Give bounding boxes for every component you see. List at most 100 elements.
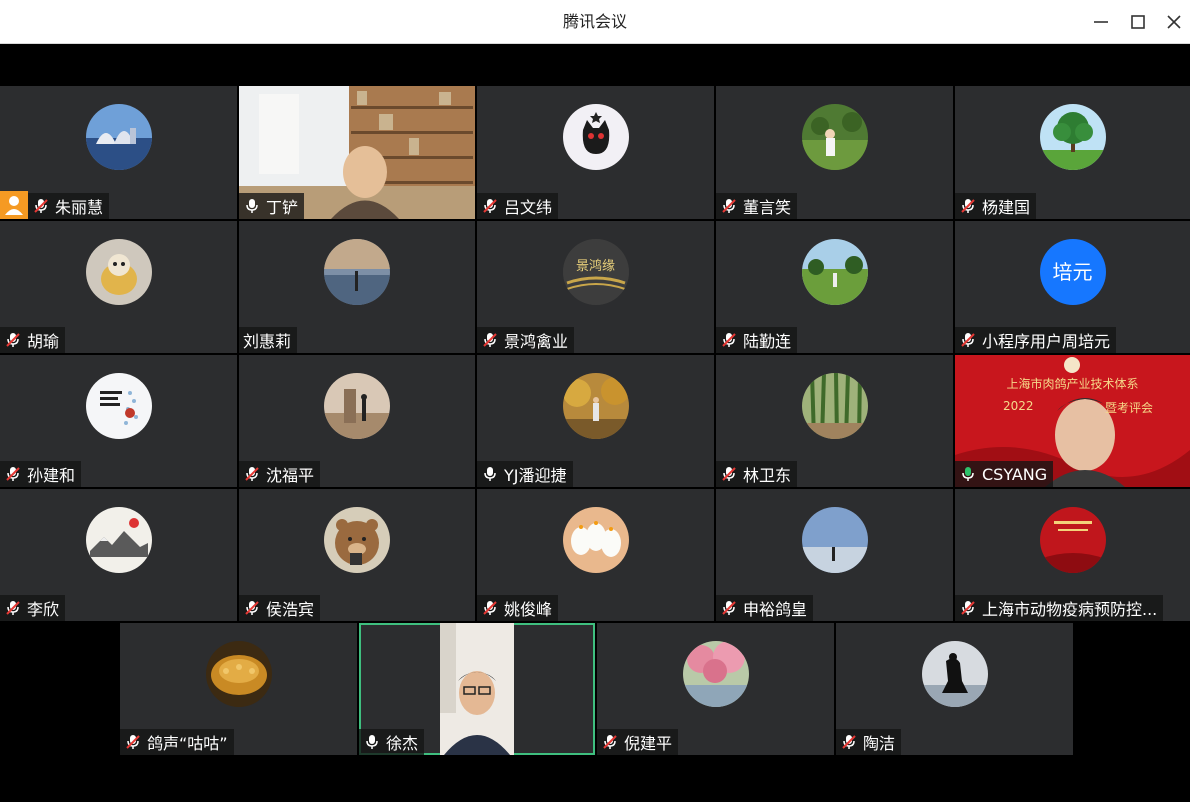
minimize-icon[interactable] <box>1087 8 1115 36</box>
nameplate: 姚俊峰 <box>477 595 559 621</box>
participant-tile[interactable]: 景鸿缘 景鸿禽业 <box>477 221 714 353</box>
nameplate: 刘惠莉 <box>239 327 298 353</box>
mic-icon <box>363 733 381 751</box>
nameplate: 申裕鸽皇 <box>716 595 814 621</box>
window-title: 腾讯会议 <box>562 12 627 31</box>
mic-muted-icon <box>243 599 261 617</box>
participant-tile[interactable]: 胡瑜 <box>0 221 237 353</box>
participant-name: 林卫东 <box>743 466 792 485</box>
avatar <box>85 373 152 439</box>
participant-tile[interactable]: 培元 小程序用户周培元 <box>955 221 1190 353</box>
participant-tile[interactable]: 陶洁 <box>836 623 1073 755</box>
avatar <box>324 239 390 305</box>
participant-name: 徐杰 <box>386 734 419 753</box>
avatar <box>205 641 272 707</box>
participant-tile[interactable]: 侯浩宾 <box>239 489 475 621</box>
participant-name: YJ潘迎捷 <box>504 466 567 485</box>
avatar <box>324 507 390 573</box>
mic-muted-icon <box>601 733 619 751</box>
participant-tile[interactable]: 倪建平 <box>597 623 834 755</box>
nameplate: 沈福平 <box>239 461 321 487</box>
participant-name: 上海市动物疫病预防控... <box>982 600 1158 619</box>
nameplate: 倪建平 <box>597 729 679 755</box>
maximize-icon[interactable] <box>1124 8 1152 36</box>
avatar <box>85 239 152 305</box>
participant-name: 董言笑 <box>743 198 792 217</box>
participant-tile[interactable]: 申裕鸽皇 <box>716 489 953 621</box>
mic-muted-icon <box>840 733 858 751</box>
avatar: 景鸿缘 <box>562 239 629 305</box>
participant-name: 胡瑜 <box>27 332 60 351</box>
participant-name: 丁铲 <box>266 198 299 217</box>
participant-tile[interactable]: 姚俊峰 <box>477 489 714 621</box>
nameplate: 小程序用户周培元 <box>955 327 1117 353</box>
nameplate: YJ潘迎捷 <box>477 461 573 487</box>
participant-name: 刘惠莉 <box>243 332 292 351</box>
mic-muted-icon <box>720 599 738 617</box>
participant-name: 杨建国 <box>982 198 1031 217</box>
participant-name: 沈福平 <box>266 466 315 485</box>
participant-name: 姚俊峰 <box>504 600 553 619</box>
mic-muted-icon <box>720 197 738 215</box>
avatar <box>1039 104 1106 170</box>
nameplate: CSYANG <box>955 461 1054 487</box>
nameplate: 上海市动物疫病预防控... <box>955 595 1164 621</box>
avatar <box>85 507 152 573</box>
mic-muted-icon <box>720 331 738 349</box>
participant-tile[interactable]: 董言笑 <box>716 86 953 219</box>
mic-muted-icon <box>959 599 977 617</box>
avatar <box>801 239 868 305</box>
nameplate: 侯浩宾 <box>239 595 321 621</box>
participant-tile[interactable]: 沈福平 <box>239 355 475 487</box>
nameplate: 董言笑 <box>716 193 798 219</box>
participant-name: 李欣 <box>27 600 60 619</box>
bottom-spacer <box>0 756 1190 802</box>
participant-tile[interactable]: 杨建国 <box>955 86 1190 219</box>
participant-tile[interactable]: 刘惠莉 <box>239 221 475 353</box>
participant-tile[interactable]: 鸽声“咕咕” <box>120 623 357 755</box>
mic-muted-icon <box>243 465 261 483</box>
participant-tile[interactable]: YJ潘迎捷 <box>477 355 714 487</box>
mic-speaking-icon <box>959 465 977 483</box>
nameplate: 徐杰 <box>359 729 425 755</box>
nameplate: 李欣 <box>0 595 66 621</box>
avatar <box>1039 507 1106 573</box>
mic-muted-icon <box>4 599 22 617</box>
person-icon <box>5 196 23 215</box>
mic-muted-icon <box>481 599 499 617</box>
mic-icon <box>243 197 261 215</box>
banner-line-1: 上海市肉鸽产业技术体系 <box>1006 377 1139 391</box>
mic-muted-icon <box>481 331 499 349</box>
participant-tile[interactable]: 上海市动物疫病预防控... <box>955 489 1190 621</box>
participant-tile[interactable]: 陆勤连 <box>716 221 953 353</box>
participant-tile[interactable]: 林卫东 <box>716 355 953 487</box>
participant-name: 鸽声“咕咕” <box>147 734 228 753</box>
nameplate: 孙建和 <box>0 461 82 487</box>
avatar <box>801 507 868 573</box>
close-icon[interactable] <box>1160 8 1188 36</box>
participant-tile[interactable]: 孙建和 <box>0 355 237 487</box>
nameplate: 吕文纬 <box>477 193 559 219</box>
participant-tile-active-speaker[interactable]: 徐杰 <box>359 623 595 755</box>
participant-name: 朱丽慧 <box>55 198 104 217</box>
participant-tile[interactable]: 上海市肉鸽产业技术体系 2022 暨考评会 CSYANG <box>955 355 1190 487</box>
participant-tile[interactable]: 吕文纬 <box>477 86 714 219</box>
logo-text: 景鸿缘 <box>575 259 615 274</box>
nameplate: 杨建国 <box>955 193 1037 219</box>
participant-name: 吕文纬 <box>504 198 553 217</box>
avatar <box>921 641 988 707</box>
avatar-text: 培元 <box>1039 239 1106 305</box>
mic-muted-icon <box>481 197 499 215</box>
participant-tile[interactable]: 李欣 <box>0 489 237 621</box>
nameplate: 陆勤连 <box>716 327 798 353</box>
nameplate: 鸽声“咕咕” <box>120 729 234 755</box>
top-spacer <box>0 44 1190 86</box>
nameplate: 林卫东 <box>716 461 798 487</box>
nameplate: 陶洁 <box>836 729 902 755</box>
participant-name: CSYANG <box>982 464 1048 484</box>
banner-line-2: 2022 <box>1003 399 1034 413</box>
participant-tile[interactable]: 丁铲 <box>239 86 475 219</box>
avatar <box>801 104 868 170</box>
mic-muted-icon <box>32 197 50 215</box>
participant-tile[interactable]: 朱丽慧 <box>0 86 237 219</box>
